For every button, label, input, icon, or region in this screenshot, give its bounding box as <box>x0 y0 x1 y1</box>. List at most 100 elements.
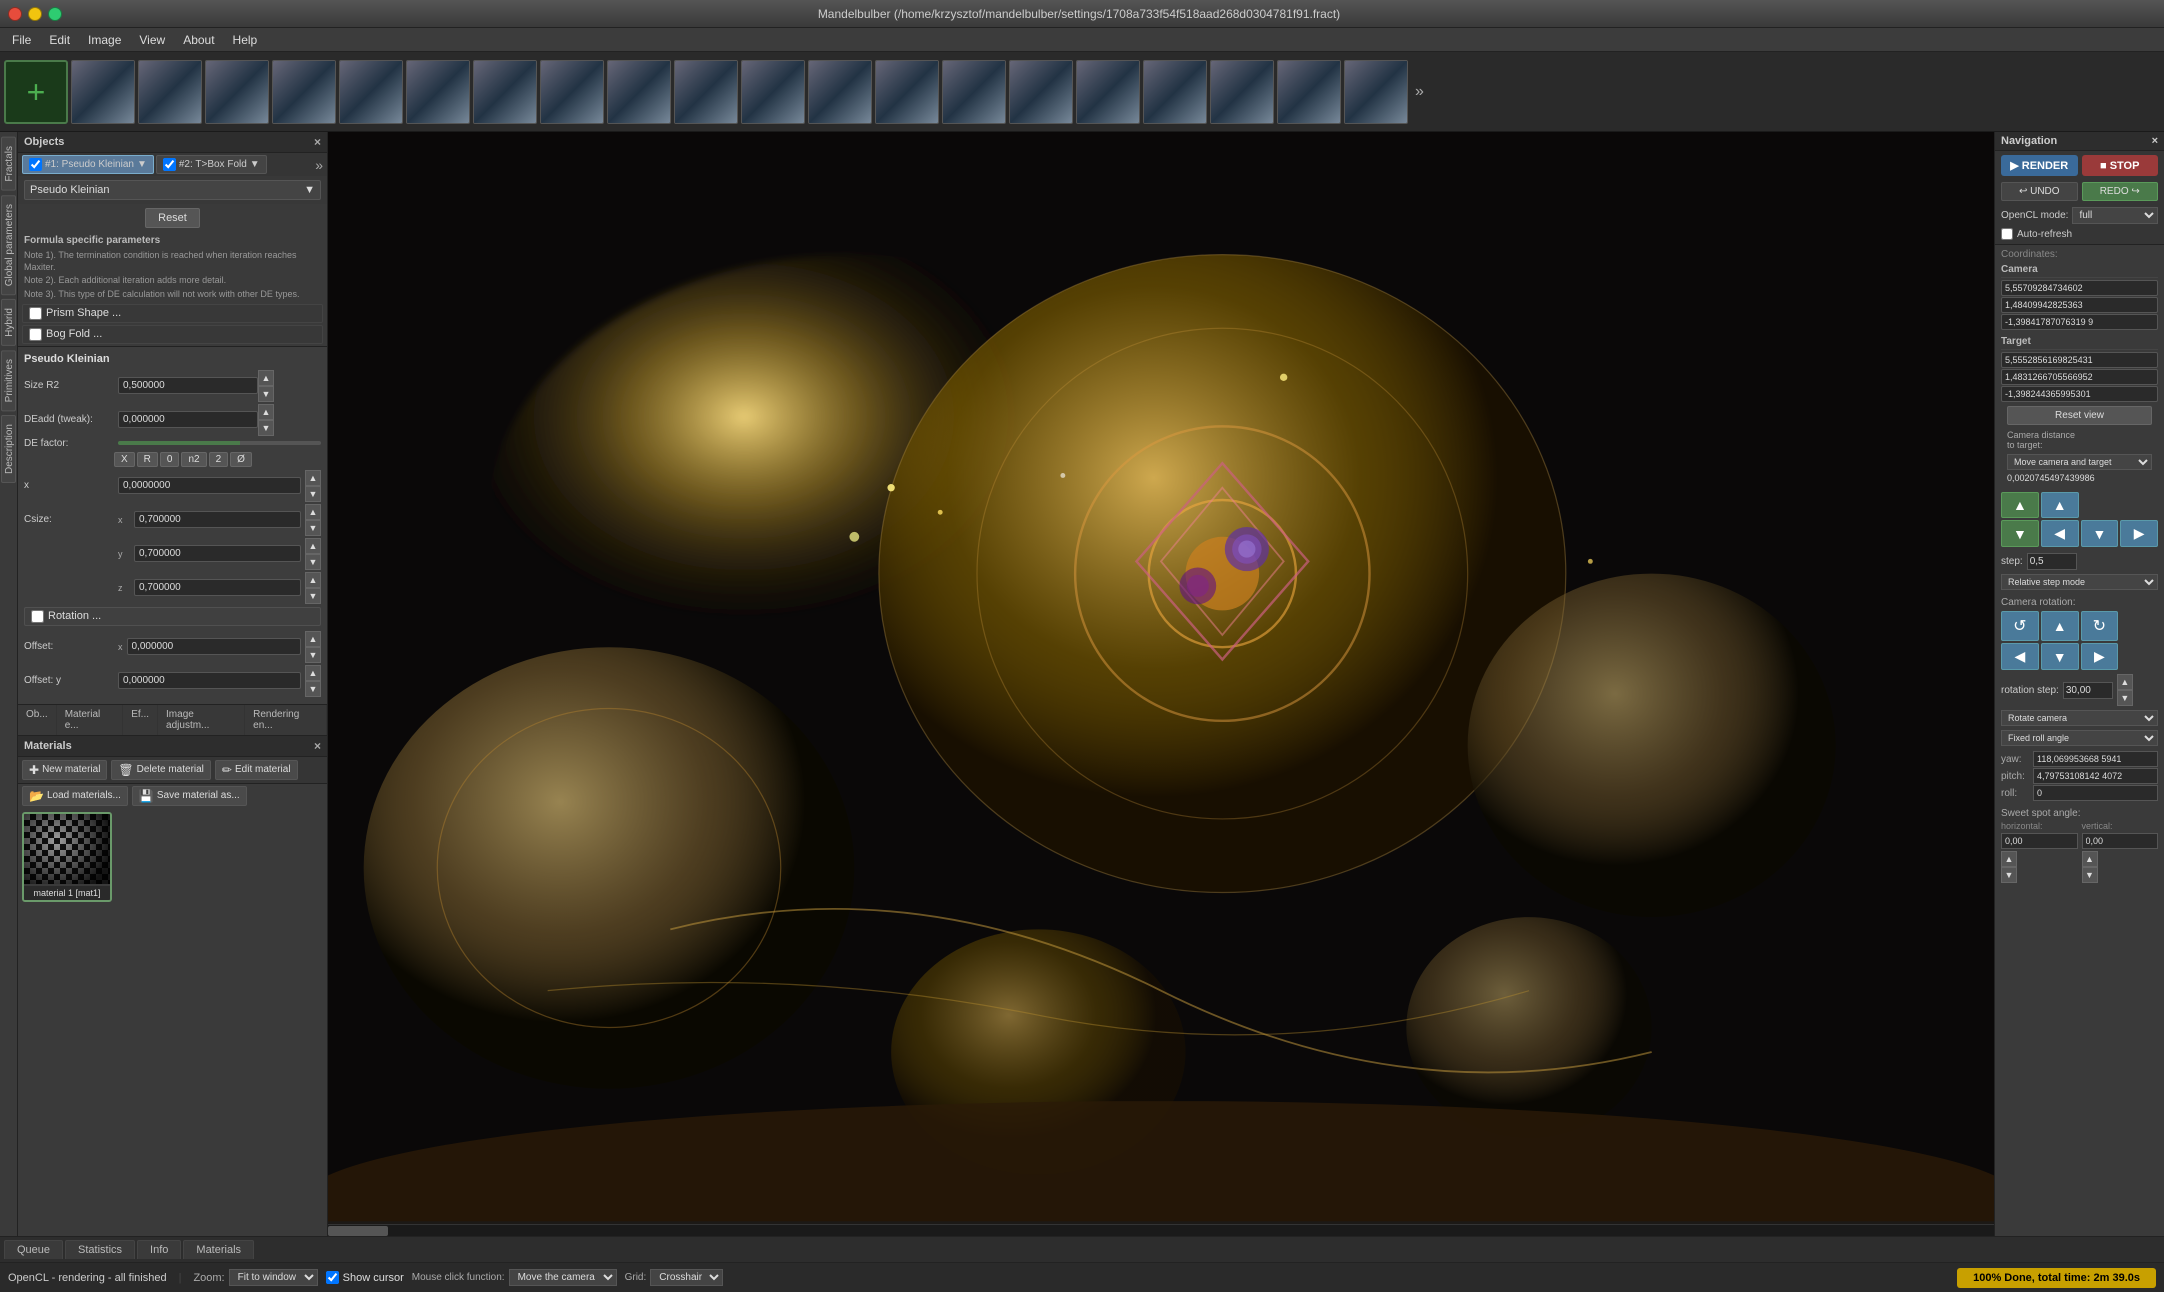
tab-ef[interactable]: Ef... <box>123 705 158 735</box>
deadd-up[interactable]: ▲ <box>258 404 274 420</box>
menu-view[interactable]: View <box>131 31 173 49</box>
csize-x-input[interactable] <box>134 511 301 528</box>
offset-y-up[interactable]: ▲ <box>305 665 321 681</box>
yaw-input[interactable] <box>2033 751 2158 767</box>
cam-dist-select[interactable]: Move camera and target <box>2007 454 2152 470</box>
show-cursor-checkbox[interactable] <box>326 1271 339 1284</box>
thumb-16[interactable] <box>1076 60 1140 124</box>
rot-left[interactable]: ◀ <box>2001 643 2039 670</box>
thumb-12[interactable] <box>808 60 872 124</box>
delete-material-button[interactable]: 🗑 Delete material <box>111 760 211 780</box>
prism-checkbox[interactable] <box>29 307 42 320</box>
btn-x[interactable]: X <box>114 452 135 467</box>
thumb-13[interactable] <box>875 60 939 124</box>
menu-edit[interactable]: Edit <box>41 31 78 49</box>
nav-close[interactable]: × <box>2152 135 2158 147</box>
autorefresh-checkbox[interactable] <box>2001 228 2013 240</box>
thumb-4[interactable] <box>272 60 336 124</box>
thumb-5[interactable] <box>339 60 403 124</box>
thumb-2[interactable] <box>138 60 202 124</box>
stop-button[interactable]: ■ STOP <box>2082 155 2159 176</box>
tab-material-e[interactable]: Material e... <box>57 705 124 735</box>
offset-x-input[interactable] <box>127 638 302 655</box>
btab-info[interactable]: Info <box>137 1240 181 1259</box>
rot-cam-select[interactable]: Rotate camera <box>2001 710 2158 726</box>
close-button[interactable] <box>8 7 22 21</box>
thumb-3[interactable] <box>205 60 269 124</box>
de-slider-area[interactable] <box>118 441 321 445</box>
thumb-14[interactable] <box>942 60 1006 124</box>
thumb-6[interactable] <box>406 60 470 124</box>
nav-up-blue[interactable]: ▲ <box>2041 492 2079 518</box>
material-item-1[interactable]: material 1 [mat1] <box>22 812 112 902</box>
obj-tab-more[interactable]: » <box>315 157 323 173</box>
sweet-v-up[interactable]: ▲ <box>2082 851 2098 867</box>
menu-file[interactable]: File <box>4 31 39 49</box>
thumb-11[interactable] <box>741 60 805 124</box>
formula-dropdown[interactable]: Pseudo Kleinian ▼ <box>24 180 321 200</box>
materials-close[interactable]: × <box>314 739 321 753</box>
load-materials-button[interactable]: 📂 Load materials... <box>22 786 128 806</box>
deadd-input[interactable] <box>118 411 258 428</box>
btab-materials[interactable]: Materials <box>183 1240 254 1259</box>
pitch-input[interactable] <box>2033 768 2158 784</box>
rot-cw[interactable]: ↻ <box>2081 611 2119 641</box>
edit-material-button[interactable]: ✏ Edit material <box>215 760 298 780</box>
render-button[interactable]: ▶ RENDER <box>2001 155 2078 176</box>
csize-y-down[interactable]: ▼ <box>305 554 321 570</box>
obj-tab-2[interactable]: #2: T>Box Fold ▼ <box>156 155 267 174</box>
csize-z-input[interactable] <box>134 579 301 596</box>
thumb-10[interactable] <box>674 60 738 124</box>
reset-button[interactable]: Reset <box>145 208 200 228</box>
size-r2-up[interactable]: ▲ <box>258 370 274 386</box>
bog-checkbox[interactable] <box>29 328 42 341</box>
mouse-func-select[interactable]: Move the camera <box>509 1269 617 1286</box>
menu-about[interactable]: About <box>175 31 222 49</box>
target-z-input[interactable] <box>2001 386 2158 402</box>
vtab-primitives[interactable]: Primitives <box>1 350 16 411</box>
x-down[interactable]: ▼ <box>305 486 321 502</box>
sweet-horizontal-input[interactable] <box>2001 833 2078 849</box>
rot-right[interactable]: ▶ <box>2081 643 2119 670</box>
offset-y-down[interactable]: ▼ <box>305 681 321 697</box>
nav-down-blue[interactable]: ▼ <box>2081 520 2119 547</box>
x-up[interactable]: ▲ <box>305 470 321 486</box>
zoom-select[interactable]: Fit to window <box>229 1269 318 1286</box>
undo-button[interactable]: ↩ UNDO <box>2001 182 2078 201</box>
thumb-18[interactable] <box>1210 60 1274 124</box>
btab-statistics[interactable]: Statistics <box>65 1240 135 1259</box>
vtab-description[interactable]: Description <box>1 415 16 483</box>
nav-right-blue[interactable]: ▶ <box>2120 520 2158 547</box>
add-thumbnail[interactable]: + <box>4 60 68 124</box>
roll-input[interactable] <box>2033 785 2158 801</box>
csize-z-down[interactable]: ▼ <box>305 588 321 604</box>
sweet-h-down[interactable]: ▼ <box>2001 867 2017 883</box>
horizontal-scrollbar[interactable] <box>328 1224 1994 1236</box>
rot-step-up[interactable]: ▲ <box>2117 674 2133 690</box>
reset-view-button[interactable]: Reset view <box>2007 406 2152 425</box>
rot-up[interactable]: ▲ <box>2041 611 2079 641</box>
camera-z-input[interactable] <box>2001 314 2158 330</box>
btn-n2[interactable]: n2 <box>181 452 206 467</box>
vtab-fractals[interactable]: Fractals <box>1 137 16 191</box>
nav-down-green[interactable]: ▼ <box>2001 520 2039 547</box>
thumb-8[interactable] <box>540 60 604 124</box>
render-area[interactable] <box>328 132 1994 1236</box>
sweet-vertical-input[interactable] <box>2082 833 2159 849</box>
btab-queue[interactable]: Queue <box>4 1240 63 1259</box>
csize-x-up[interactable]: ▲ <box>305 504 321 520</box>
vtab-hybrid[interactable]: Hybrid <box>1 299 16 346</box>
btn-oslash[interactable]: Ø <box>230 452 252 467</box>
size-r2-input[interactable] <box>118 377 258 394</box>
grid-select[interactable]: Crosshair <box>650 1269 723 1286</box>
opencl-select[interactable]: full <box>2072 207 2158 224</box>
step-select[interactable]: Relative step mode <box>2001 574 2158 590</box>
target-x-input[interactable] <box>2001 352 2158 368</box>
rotation-checkbox[interactable] <box>31 610 44 623</box>
tab-ob[interactable]: Ob... <box>18 705 57 735</box>
btn-0[interactable]: 0 <box>160 452 180 467</box>
maximize-button[interactable] <box>48 7 62 21</box>
rot-step-down[interactable]: ▼ <box>2117 690 2133 706</box>
camera-x-input[interactable] <box>2001 280 2158 296</box>
vtab-global[interactable]: Global parameters <box>1 195 16 295</box>
